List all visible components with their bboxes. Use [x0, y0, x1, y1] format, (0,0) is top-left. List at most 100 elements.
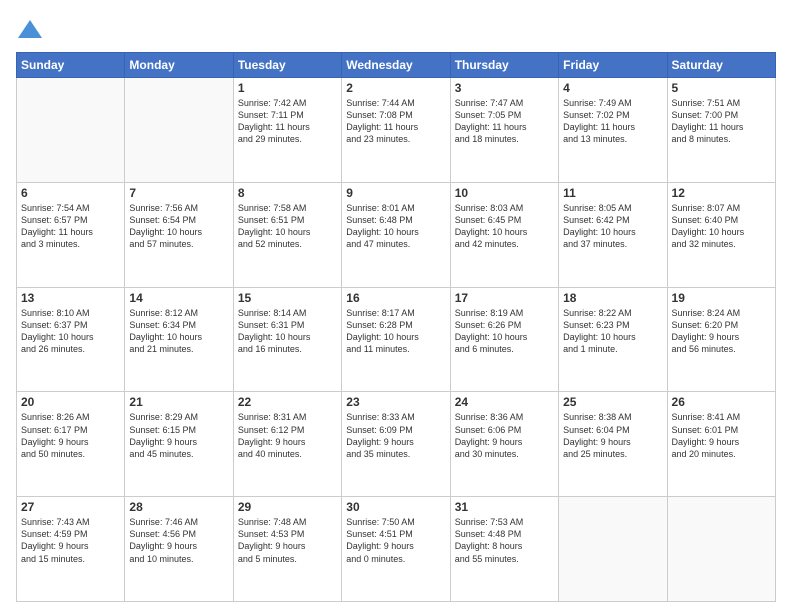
day-info: Sunrise: 7:51 AM Sunset: 7:00 PM Dayligh…	[672, 97, 771, 146]
day-number: 20	[21, 395, 120, 409]
calendar-cell: 10Sunrise: 8:03 AM Sunset: 6:45 PM Dayli…	[450, 182, 558, 287]
day-info: Sunrise: 7:48 AM Sunset: 4:53 PM Dayligh…	[238, 516, 337, 565]
day-number: 26	[672, 395, 771, 409]
week-row-1: 1 Sunrise: 7:42 AM Sunset: 7:11 PM Daylig…	[17, 78, 776, 183]
week-row-4: 20 Sunrise: 8:26 AM Sunset: 6:17 PM Dayli…	[17, 392, 776, 497]
day-info: Sunrise: 7:43 AM Sunset: 4:59 PM Dayligh…	[21, 516, 120, 565]
day-number: 29	[238, 500, 337, 514]
page: SundayMondayTuesdayWednesdayThursdayFrid…	[0, 0, 792, 612]
weekday-header-thursday: Thursday	[450, 53, 558, 78]
day-info: Sunrise: 7:42 AM Sunset: 7:11 PM Dayligh…	[238, 97, 337, 146]
day-info: Sunrise: 8:31 AM Sunset: 6:12 PM Dayligh…	[238, 411, 337, 460]
day-number: 5	[672, 81, 771, 95]
day-number: 22	[238, 395, 337, 409]
weekday-header-tuesday: Tuesday	[233, 53, 341, 78]
calendar-cell: 4 Sunrise: 7:49 AM Sunset: 7:02 PM Daylig…	[559, 78, 667, 183]
day-info: Sunrise: 7:56 AM Sunset: 6:54 PM Dayligh…	[129, 202, 228, 251]
header	[16, 16, 776, 44]
day-number: 2	[346, 81, 445, 95]
day-info: Sunrise: 8:33 AM Sunset: 6:09 PM Dayligh…	[346, 411, 445, 460]
calendar-cell: 24 Sunrise: 8:36 AM Sunset: 6:06 PM Dayli…	[450, 392, 558, 497]
day-info: Sunrise: 7:54 AM Sunset: 6:57 PM Dayligh…	[21, 202, 120, 251]
day-number: 6	[21, 186, 120, 200]
calendar-cell: 28Sunrise: 7:46 AM Sunset: 4:56 PM Dayli…	[125, 497, 233, 602]
calendar-cell	[559, 497, 667, 602]
calendar-cell: 1 Sunrise: 7:42 AM Sunset: 7:11 PM Daylig…	[233, 78, 341, 183]
day-number: 16	[346, 291, 445, 305]
day-number: 15	[238, 291, 337, 305]
day-number: 8	[238, 186, 337, 200]
calendar-cell: 3Sunrise: 7:47 AM Sunset: 7:05 PM Daylig…	[450, 78, 558, 183]
calendar-cell: 30 Sunrise: 7:50 AM Sunset: 4:51 PM Dayli…	[342, 497, 450, 602]
day-number: 17	[455, 291, 554, 305]
calendar-cell: 6 Sunrise: 7:54 AM Sunset: 6:57 PM Daylig…	[17, 182, 125, 287]
day-info: Sunrise: 7:49 AM Sunset: 7:02 PM Dayligh…	[563, 97, 662, 146]
calendar-cell: 13 Sunrise: 8:10 AM Sunset: 6:37 PM Dayli…	[17, 287, 125, 392]
day-number: 23	[346, 395, 445, 409]
calendar-cell: 8 Sunrise: 7:58 AM Sunset: 6:51 PM Daylig…	[233, 182, 341, 287]
day-number: 7	[129, 186, 228, 200]
calendar-cell: 9 Sunrise: 8:01 AM Sunset: 6:48 PM Daylig…	[342, 182, 450, 287]
day-info: Sunrise: 8:19 AM Sunset: 6:26 PM Dayligh…	[455, 307, 554, 356]
day-info: Sunrise: 7:50 AM Sunset: 4:51 PM Dayligh…	[346, 516, 445, 565]
day-number: 25	[563, 395, 662, 409]
day-number: 18	[563, 291, 662, 305]
day-info: Sunrise: 8:12 AM Sunset: 6:34 PM Dayligh…	[129, 307, 228, 356]
day-number: 9	[346, 186, 445, 200]
weekday-header-sunday: Sunday	[17, 53, 125, 78]
day-number: 4	[563, 81, 662, 95]
day-info: Sunrise: 8:14 AM Sunset: 6:31 PM Dayligh…	[238, 307, 337, 356]
day-info: Sunrise: 8:17 AM Sunset: 6:28 PM Dayligh…	[346, 307, 445, 356]
week-row-3: 13 Sunrise: 8:10 AM Sunset: 6:37 PM Dayli…	[17, 287, 776, 392]
calendar-cell: 20 Sunrise: 8:26 AM Sunset: 6:17 PM Dayli…	[17, 392, 125, 497]
day-info: Sunrise: 8:24 AM Sunset: 6:20 PM Dayligh…	[672, 307, 771, 356]
day-number: 27	[21, 500, 120, 514]
day-info: Sunrise: 8:07 AM Sunset: 6:40 PM Dayligh…	[672, 202, 771, 251]
day-number: 30	[346, 500, 445, 514]
day-number: 31	[455, 500, 554, 514]
day-number: 12	[672, 186, 771, 200]
calendar-cell: 22 Sunrise: 8:31 AM Sunset: 6:12 PM Dayli…	[233, 392, 341, 497]
calendar-cell: 16 Sunrise: 8:17 AM Sunset: 6:28 PM Dayli…	[342, 287, 450, 392]
calendar-cell: 5 Sunrise: 7:51 AM Sunset: 7:00 PM Daylig…	[667, 78, 775, 183]
day-info: Sunrise: 7:58 AM Sunset: 6:51 PM Dayligh…	[238, 202, 337, 251]
weekday-header-saturday: Saturday	[667, 53, 775, 78]
day-info: Sunrise: 7:44 AM Sunset: 7:08 PM Dayligh…	[346, 97, 445, 146]
day-info: Sunrise: 8:41 AM Sunset: 6:01 PM Dayligh…	[672, 411, 771, 460]
calendar-cell: 12 Sunrise: 8:07 AM Sunset: 6:40 PM Dayli…	[667, 182, 775, 287]
calendar-cell	[125, 78, 233, 183]
day-info: Sunrise: 8:26 AM Sunset: 6:17 PM Dayligh…	[21, 411, 120, 460]
day-number: 28	[129, 500, 228, 514]
calendar-cell: 19Sunrise: 8:24 AM Sunset: 6:20 PM Dayli…	[667, 287, 775, 392]
weekday-header-monday: Monday	[125, 53, 233, 78]
calendar-cell: 31 Sunrise: 7:53 AM Sunset: 4:48 PM Dayli…	[450, 497, 558, 602]
calendar-cell: 7 Sunrise: 7:56 AM Sunset: 6:54 PM Daylig…	[125, 182, 233, 287]
calendar-cell: 23 Sunrise: 8:33 AM Sunset: 6:09 PM Dayli…	[342, 392, 450, 497]
day-info: Sunrise: 8:10 AM Sunset: 6:37 PM Dayligh…	[21, 307, 120, 356]
weekday-header-friday: Friday	[559, 53, 667, 78]
day-number: 10	[455, 186, 554, 200]
day-info: Sunrise: 8:01 AM Sunset: 6:48 PM Dayligh…	[346, 202, 445, 251]
day-info: Sunrise: 7:53 AM Sunset: 4:48 PM Dayligh…	[455, 516, 554, 565]
calendar-cell: 27 Sunrise: 7:43 AM Sunset: 4:59 PM Dayli…	[17, 497, 125, 602]
logo-icon	[16, 16, 44, 44]
day-number: 21	[129, 395, 228, 409]
week-row-5: 27 Sunrise: 7:43 AM Sunset: 4:59 PM Dayli…	[17, 497, 776, 602]
day-number: 11	[563, 186, 662, 200]
calendar-cell: 11 Sunrise: 8:05 AM Sunset: 6:42 PM Dayli…	[559, 182, 667, 287]
calendar-cell	[667, 497, 775, 602]
day-number: 13	[21, 291, 120, 305]
day-number: 24	[455, 395, 554, 409]
calendar-cell: 18Sunrise: 8:22 AM Sunset: 6:23 PM Dayli…	[559, 287, 667, 392]
day-info: Sunrise: 7:47 AM Sunset: 7:05 PM Dayligh…	[455, 97, 554, 146]
calendar-cell: 29 Sunrise: 7:48 AM Sunset: 4:53 PM Dayli…	[233, 497, 341, 602]
calendar-cell: 15 Sunrise: 8:14 AM Sunset: 6:31 PM Dayli…	[233, 287, 341, 392]
day-info: Sunrise: 8:36 AM Sunset: 6:06 PM Dayligh…	[455, 411, 554, 460]
calendar-table: SundayMondayTuesdayWednesdayThursdayFrid…	[16, 52, 776, 602]
day-number: 1	[238, 81, 337, 95]
weekday-header-row: SundayMondayTuesdayWednesdayThursdayFrid…	[17, 53, 776, 78]
day-info: Sunrise: 8:05 AM Sunset: 6:42 PM Dayligh…	[563, 202, 662, 251]
calendar-cell: 26 Sunrise: 8:41 AM Sunset: 6:01 PM Dayli…	[667, 392, 775, 497]
calendar-cell: 21Sunrise: 8:29 AM Sunset: 6:15 PM Dayli…	[125, 392, 233, 497]
day-info: Sunrise: 8:38 AM Sunset: 6:04 PM Dayligh…	[563, 411, 662, 460]
